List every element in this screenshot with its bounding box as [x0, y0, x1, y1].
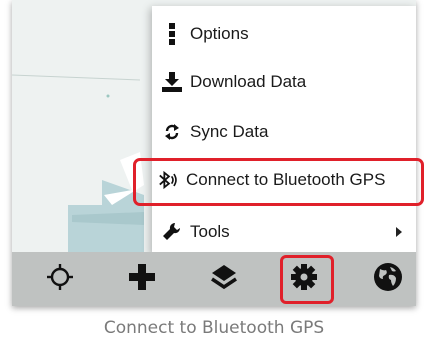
download-icon — [162, 70, 182, 94]
menu-item-tools[interactable]: Tools — [152, 207, 416, 257]
menu-item-label: Options — [190, 24, 249, 43]
bluetooth-icon — [158, 168, 178, 192]
settings-button[interactable] — [274, 252, 334, 306]
menu-item-label: Sync Data — [190, 122, 269, 141]
overflow-menu: Options Download Data Sync Data Connect … — [152, 6, 416, 254]
gear-icon — [290, 263, 318, 296]
wrench-icon — [162, 220, 182, 244]
menu-item-label: Tools — [190, 222, 230, 241]
app-screen: Options Download Data Sync Data Connect … — [12, 0, 416, 306]
vertical-dots-icon — [162, 22, 182, 46]
bottom-toolbar — [12, 252, 416, 306]
sync-icon — [162, 120, 182, 144]
menu-item-download-data[interactable]: Download Data — [152, 57, 416, 107]
globe-icon — [372, 261, 404, 298]
add-button[interactable] — [112, 252, 172, 306]
menu-item-connect-bluetooth-gps[interactable]: Connect to Bluetooth GPS — [152, 155, 416, 205]
menu-item-label: Connect to Bluetooth GPS — [186, 170, 386, 189]
plus-icon — [129, 263, 155, 295]
menu-item-sync-data[interactable]: Sync Data — [152, 107, 416, 157]
menu-item-options[interactable]: Options — [152, 9, 416, 59]
figure-caption: Connect to Bluetooth GPS — [103, 318, 325, 338]
layers-icon — [210, 263, 238, 296]
locate-button[interactable] — [30, 252, 90, 306]
layers-button[interactable] — [194, 252, 254, 306]
crosshair-icon — [46, 263, 74, 296]
submenu-arrow-icon — [396, 227, 402, 237]
globe-button[interactable] — [358, 252, 416, 306]
menu-item-label: Download Data — [190, 72, 307, 91]
